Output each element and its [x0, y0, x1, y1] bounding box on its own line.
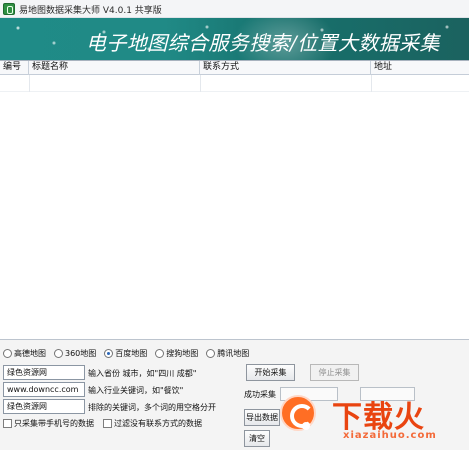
radio-360-map[interactable]: 360地图 [54, 349, 96, 358]
keyword-input[interactable] [3, 382, 85, 397]
window-title: 易地图数据采集大师 V4.0.1 共享版 [19, 6, 162, 16]
radio-baidu-map[interactable]: 百度地图 [104, 349, 147, 358]
watermark-domain: xiazaihuo.com [343, 430, 437, 441]
map-source-radio-group: 高德地图 360地图 百度地图 搜狗地图 腾讯地图 [3, 349, 249, 358]
stop-collect-button[interactable]: 停止采集 [310, 364, 359, 381]
results-table[interactable]: 编号 标题名称 联系方式 地址 [0, 60, 469, 340]
checkbox-icon [3, 419, 12, 428]
column-header-contact[interactable]: 联系方式 [200, 61, 371, 75]
column-header-title[interactable]: 标题名称 [29, 61, 200, 75]
radio-gaode-label: 高德地图 [14, 349, 46, 358]
banner-title: 电子地图综合服务搜索/位置大数据采集 [86, 31, 440, 55]
filter-no-contact-label: 过滤没有联系方式的数据 [114, 419, 202, 428]
radio-button-checked-icon [104, 349, 114, 358]
table-header: 编号 标题名称 联系方式 地址 [0, 61, 469, 75]
app-icon [3, 3, 15, 15]
radio-button-icon [3, 349, 12, 358]
exclude-keyword-input[interactable] [3, 399, 85, 414]
clear-button[interactable]: 清空 [244, 430, 270, 447]
watermark-xiazaihuo: 下载火 xiazaihuo.com [276, 388, 469, 450]
empty-table-row [0, 75, 469, 92]
radio-button-icon [155, 349, 165, 358]
radio-button-icon [54, 349, 63, 358]
checkbox-icon [103, 419, 112, 428]
radio-tencent-label: 腾讯地图 [217, 349, 250, 358]
only-phone-checkbox[interactable]: 只采集带手机号的数据 [3, 418, 94, 429]
radio-gaode-map[interactable]: 高德地图 [3, 349, 46, 358]
city-input[interactable] [3, 365, 85, 380]
app-banner: 电子地图综合服务搜索/位置大数据采集 [0, 18, 469, 60]
exclude-keyword-hint: 排除的关键词，多个词的用空格分开 [88, 403, 216, 412]
city-input-hint: 输入省份 城市，如"四川 成都" [88, 369, 197, 378]
export-data-button[interactable]: 导出数据 [244, 409, 280, 426]
keyword-input-hint: 输入行业关键词，如"餐饮" [88, 386, 184, 395]
table-column-divider [371, 75, 372, 92]
start-collect-button[interactable]: 开始采集 [246, 364, 295, 381]
radio-baidu-label: 百度地图 [115, 349, 148, 358]
radio-sogou-label: 搜狗地图 [166, 349, 199, 358]
table-column-divider [29, 75, 30, 92]
radio-button-icon [206, 349, 216, 358]
only-phone-label: 只采集带手机号的数据 [14, 419, 94, 428]
radio-sogou-map[interactable]: 搜狗地图 [155, 349, 198, 358]
success-count-label: 成功采集 [244, 390, 276, 399]
column-header-number[interactable]: 编号 [0, 61, 29, 75]
download-fire-logo-icon [280, 395, 316, 431]
radio-360-label: 360地图 [65, 349, 97, 358]
filter-no-contact-checkbox[interactable]: 过滤没有联系方式的数据 [103, 418, 202, 429]
column-header-address[interactable]: 地址 [371, 61, 469, 75]
table-column-divider [200, 75, 201, 92]
radio-tencent-map[interactable]: 腾讯地图 [206, 349, 249, 358]
title-bar: 易地图数据采集大师 V4.0.1 共享版 [0, 0, 469, 18]
